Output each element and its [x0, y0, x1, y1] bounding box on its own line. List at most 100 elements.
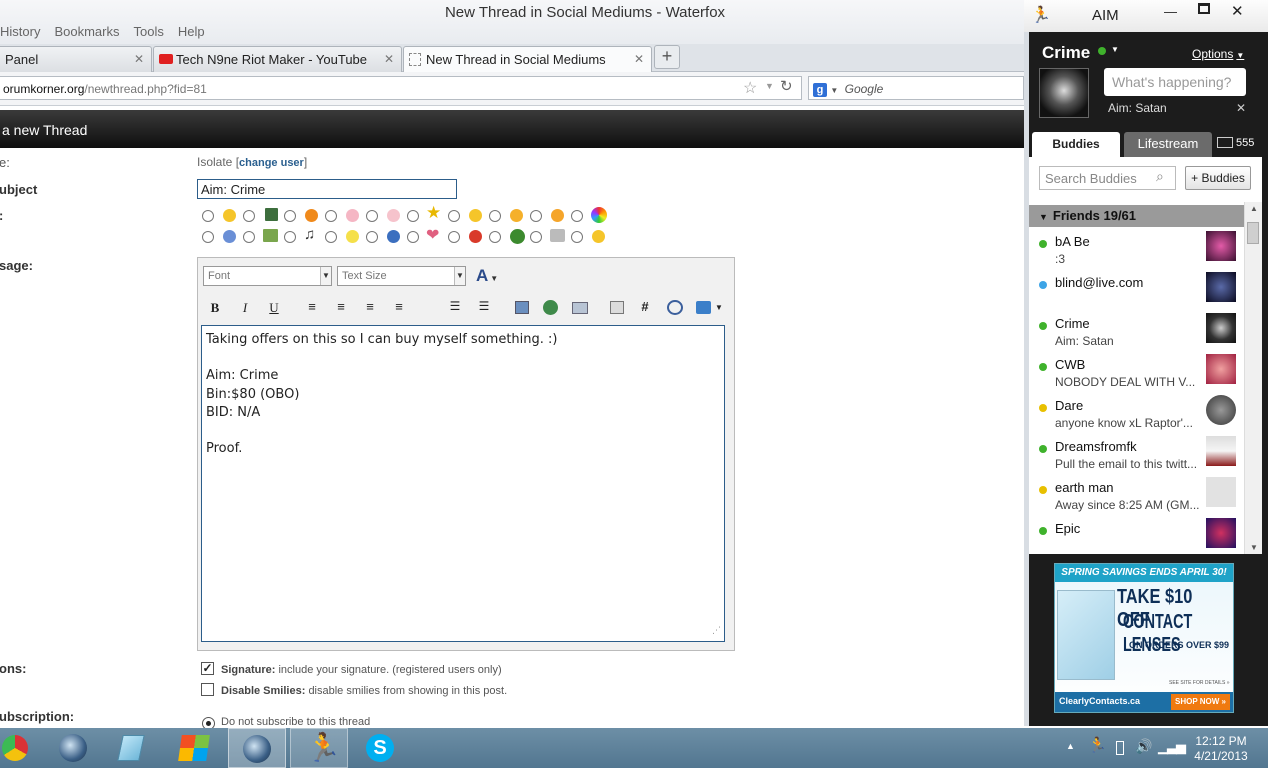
bold-button[interactable]: B	[206, 300, 224, 316]
icon-radio[interactable]	[325, 231, 337, 243]
tab-buddies[interactable]: Buddies	[1032, 132, 1120, 157]
align-center-button[interactable]: ≡	[332, 299, 350, 314]
dropdown-icon[interactable]: ▼	[765, 81, 774, 91]
email-icon[interactable]	[572, 302, 588, 314]
icon-radio[interactable]	[366, 231, 378, 243]
align-right-button[interactable]: ≡	[361, 299, 379, 314]
battery-icon[interactable]	[1116, 741, 1124, 755]
tray-aim-icon[interactable]: 🏃	[1088, 736, 1107, 754]
icon-radio[interactable]	[530, 231, 542, 243]
tab-panel[interactable]: Panel ✕	[0, 46, 152, 72]
volume-icon[interactable]: 🔊	[1135, 738, 1152, 755]
url-bar[interactable]: orumkorner.org/newthread.php?fid=81 ☆ ▼ …	[0, 76, 802, 100]
google-icon[interactable]: g	[813, 82, 827, 97]
buddy-item[interactable]: Crime Aim: Satan	[1029, 313, 1244, 357]
close-icon[interactable]: ✕	[384, 52, 394, 66]
taskbar-skype[interactable]: S	[353, 728, 409, 768]
reload-icon[interactable]: ↻	[780, 77, 793, 95]
network-signal-icon[interactable]: ▁▃▅	[1158, 739, 1186, 755]
chevron-down-icon[interactable]: ▼	[715, 303, 723, 312]
insert-image-icon[interactable]	[515, 301, 529, 314]
icon-radio[interactable]	[407, 210, 419, 222]
new-tab-button[interactable]: +	[654, 45, 680, 69]
ad-banner[interactable]: SPRING SAVINGS ENDS APRIL 30! TAKE $10 O…	[1054, 563, 1234, 713]
tab-youtube[interactable]: Tech N9ne Riot Maker - YouTube ✕	[153, 46, 402, 72]
icon-radio[interactable]	[243, 231, 255, 243]
icon-radio[interactable]	[489, 210, 501, 222]
taskbar-clock[interactable]: 12:12 PM 4/21/2013	[1190, 734, 1252, 764]
icon-radio[interactable]	[407, 231, 419, 243]
ordered-list-button[interactable]: ☰	[446, 299, 464, 313]
resize-handle[interactable]: ⋰	[712, 622, 721, 640]
buddy-item[interactable]: earth man Away since 8:25 AM (GM...	[1029, 477, 1244, 521]
close-icon[interactable]: ✕	[1236, 101, 1246, 115]
maximize-icon[interactable]	[1198, 3, 1210, 14]
italic-button[interactable]: I	[236, 300, 254, 316]
tray-expand-icon[interactable]: ▲	[1066, 741, 1075, 751]
unordered-list-button[interactable]: ☰	[475, 299, 493, 313]
tab-new-thread[interactable]: New Thread in Social Mediums ✕	[403, 46, 652, 73]
icon-radio[interactable]	[202, 210, 214, 222]
ad-shop-now-button[interactable]: SHOP NOW »	[1171, 694, 1230, 710]
taskbar-notepad[interactable]	[106, 728, 162, 768]
taskbar-windows[interactable]	[166, 728, 222, 768]
aim-username[interactable]: Crime	[1042, 43, 1090, 63]
signature-checkbox[interactable]: ✓	[201, 662, 214, 675]
subject-input[interactable]: Aim: Crime	[197, 179, 457, 199]
icon-radio[interactable]	[243, 210, 255, 222]
status-input[interactable]: What's happening?	[1104, 68, 1246, 96]
font-select[interactable]: Font ▼	[203, 266, 332, 286]
taskbar-chrome[interactable]	[0, 728, 48, 768]
close-icon[interactable]: ✕	[634, 52, 644, 66]
justify-button[interactable]: ≡	[390, 299, 408, 314]
text-color-button[interactable]: A ▼	[476, 266, 498, 286]
icon-radio[interactable]	[448, 210, 460, 222]
buddy-item[interactable]: Dare anyone know xL Raptor'...	[1029, 395, 1244, 439]
taskbar-aim-active[interactable]: 🏃	[290, 728, 348, 768]
icon-radio[interactable]	[448, 231, 460, 243]
buddy-group-header[interactable]: ▼ Friends 19/61	[1029, 205, 1244, 227]
chevron-down-icon[interactable]: ▼	[1111, 45, 1119, 54]
minimize-icon[interactable]: —	[1164, 4, 1177, 19]
icon-radio[interactable]	[530, 210, 542, 222]
mail-icon[interactable]	[1217, 137, 1233, 148]
buddy-list-scrollbar[interactable]: ▲ ▼	[1244, 202, 1262, 554]
icon-radio[interactable]	[366, 210, 378, 222]
message-textarea[interactable]: Taking offers on this so I can buy mysel…	[201, 325, 725, 642]
search-box[interactable]: g ▼ Google	[808, 76, 1024, 100]
tab-lifestream[interactable]: Lifestream	[1124, 132, 1212, 157]
buddy-item[interactable]: blind@live.com	[1029, 272, 1244, 316]
menu-bookmarks[interactable]: Bookmarks	[54, 24, 119, 39]
close-icon[interactable]: ✕	[134, 52, 144, 66]
aim-options-menu[interactable]: Options ▼	[1192, 47, 1244, 61]
buddy-item[interactable]: Dreamsfromfk Pull the email to this twit…	[1029, 436, 1244, 480]
php-icon[interactable]	[667, 300, 683, 315]
taskbar-browser-active[interactable]	[228, 728, 286, 768]
add-buddies-button[interactable]: + Buddies	[1185, 166, 1251, 190]
quote-icon[interactable]	[610, 301, 624, 314]
star-icon[interactable]: ☆	[743, 78, 757, 98]
video-icon[interactable]	[696, 301, 711, 314]
avatar[interactable]	[1039, 68, 1089, 118]
buddy-item[interactable]: Epic	[1029, 518, 1244, 562]
menu-tools[interactable]: Tools	[133, 24, 163, 39]
insert-link-icon[interactable]	[543, 300, 558, 315]
change-user-link[interactable]: change user	[239, 157, 304, 169]
align-left-button[interactable]: ≡	[303, 299, 321, 314]
icon-radio[interactable]	[571, 210, 583, 222]
buddy-item[interactable]: bA Be :3	[1029, 231, 1244, 275]
search-engine-dropdown-icon[interactable]: ▼	[830, 86, 838, 95]
icon-radio[interactable]	[284, 231, 296, 243]
disable-smilies-checkbox[interactable]	[201, 683, 214, 696]
underline-button[interactable]: U	[265, 300, 283, 316]
menu-help[interactable]: Help	[178, 24, 205, 39]
menu-history[interactable]: History	[0, 24, 40, 39]
icon-radio[interactable]	[284, 210, 296, 222]
icon-radio[interactable]	[489, 231, 501, 243]
close-icon[interactable]: ✕	[1231, 2, 1244, 20]
code-button[interactable]: #	[636, 299, 654, 314]
buddy-item[interactable]: CWB NOBODY DEAL WITH V...	[1029, 354, 1244, 398]
icon-radio[interactable]	[325, 210, 337, 222]
icon-radio[interactable]	[571, 231, 583, 243]
text-size-select[interactable]: Text Size ▼	[337, 266, 466, 286]
